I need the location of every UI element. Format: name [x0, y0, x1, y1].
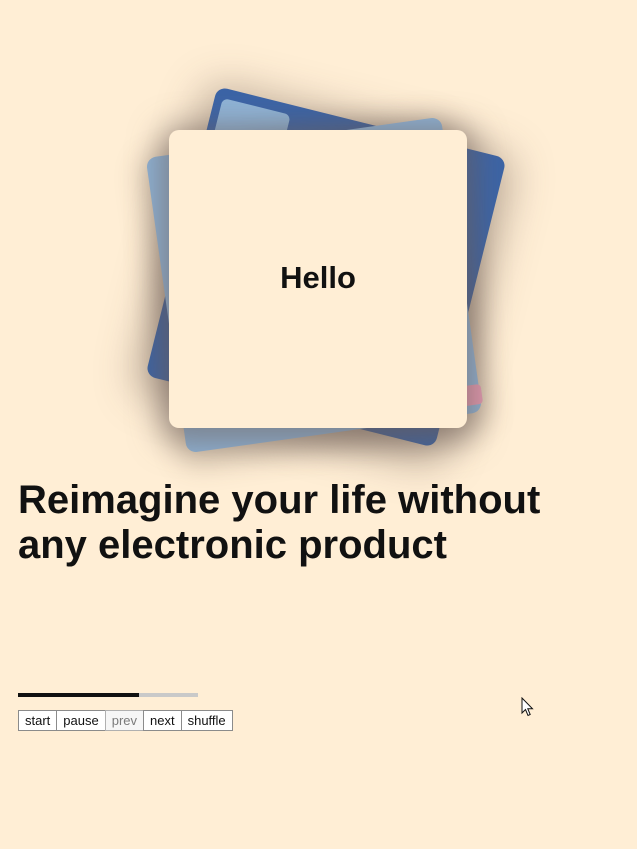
active-card[interactable]: Hello: [169, 130, 467, 428]
start-button[interactable]: start: [18, 710, 58, 731]
prev-button[interactable]: prev: [104, 710, 145, 731]
next-button[interactable]: next: [143, 710, 182, 731]
progress-bar-fill: [18, 693, 139, 697]
mouse-cursor-icon: [521, 697, 534, 717]
card-stack: Hello: [0, 0, 637, 470]
shuffle-button[interactable]: shuffle: [180, 710, 233, 731]
card-text: Hello: [280, 259, 356, 295]
pause-button[interactable]: pause: [56, 710, 106, 731]
playback-controls: start pause prev next shuffle: [18, 710, 233, 731]
headline: Reimagine your life without any electron…: [18, 478, 541, 567]
progress-bar: [18, 693, 198, 697]
